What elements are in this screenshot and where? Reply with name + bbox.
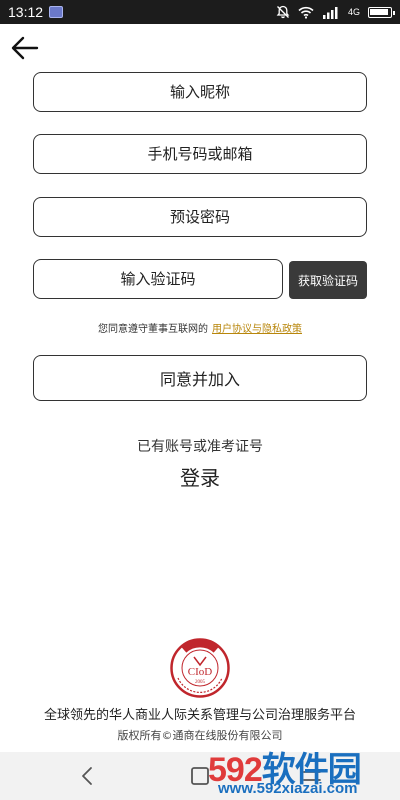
agreement-text: 您同意遵守董事互联网的 用户协议与隐私政策: [0, 320, 400, 335]
status-time: 13:12: [8, 4, 44, 20]
slogan: 全球领先的华人商业人际关系管理与公司治理服务平台: [43, 708, 356, 723]
nav-back-button[interactable]: [76, 764, 100, 788]
agree-and-join-button[interactable]: 同意并加入: [33, 355, 367, 401]
captcha-input[interactable]: [34, 260, 282, 298]
account-field[interactable]: [33, 134, 367, 174]
svg-text:CIoD: CIoD: [188, 666, 213, 678]
alarm-off-icon: [276, 5, 290, 19]
agreement-prefix: 您同意遵守董事互联网的: [98, 324, 208, 335]
ciod-logo: CIoD 2005: [170, 638, 230, 698]
wifi-icon: [298, 6, 314, 19]
signal-icon: [322, 6, 340, 19]
site-watermark: 592软件园 www.592xiazai.com: [198, 742, 400, 800]
status-bar: 13:12 4G: [0, 0, 400, 24]
get-captcha-button[interactable]: 获取验证码: [289, 261, 367, 299]
agreement-link[interactable]: 用户协议与隐私政策: [212, 324, 302, 335]
nickname-field[interactable]: [33, 72, 367, 112]
gallery-notification-icon: [49, 6, 64, 18]
password-field[interactable]: [33, 197, 367, 237]
battery-icon: [368, 6, 395, 18]
nav-back-icon: [82, 767, 92, 785]
svg-text:2005: 2005: [195, 680, 206, 685]
login-link[interactable]: 登录: [0, 462, 400, 491]
back-arrow-icon: [11, 36, 39, 60]
existing-account-text: 已有账号或准考证号: [137, 439, 263, 455]
watermark-url: www.592xiazai.com: [218, 780, 358, 797]
captcha-field[interactable]: [33, 259, 283, 299]
status-icons: 4G: [276, 5, 395, 19]
copyright: 版权所有©通商在线股份有限公司: [117, 729, 283, 742]
account-input[interactable]: [34, 135, 366, 173]
back-button[interactable]: [10, 34, 40, 62]
nickname-input[interactable]: [34, 73, 366, 111]
network-type: 4G: [347, 7, 360, 17]
password-input[interactable]: [34, 198, 366, 236]
